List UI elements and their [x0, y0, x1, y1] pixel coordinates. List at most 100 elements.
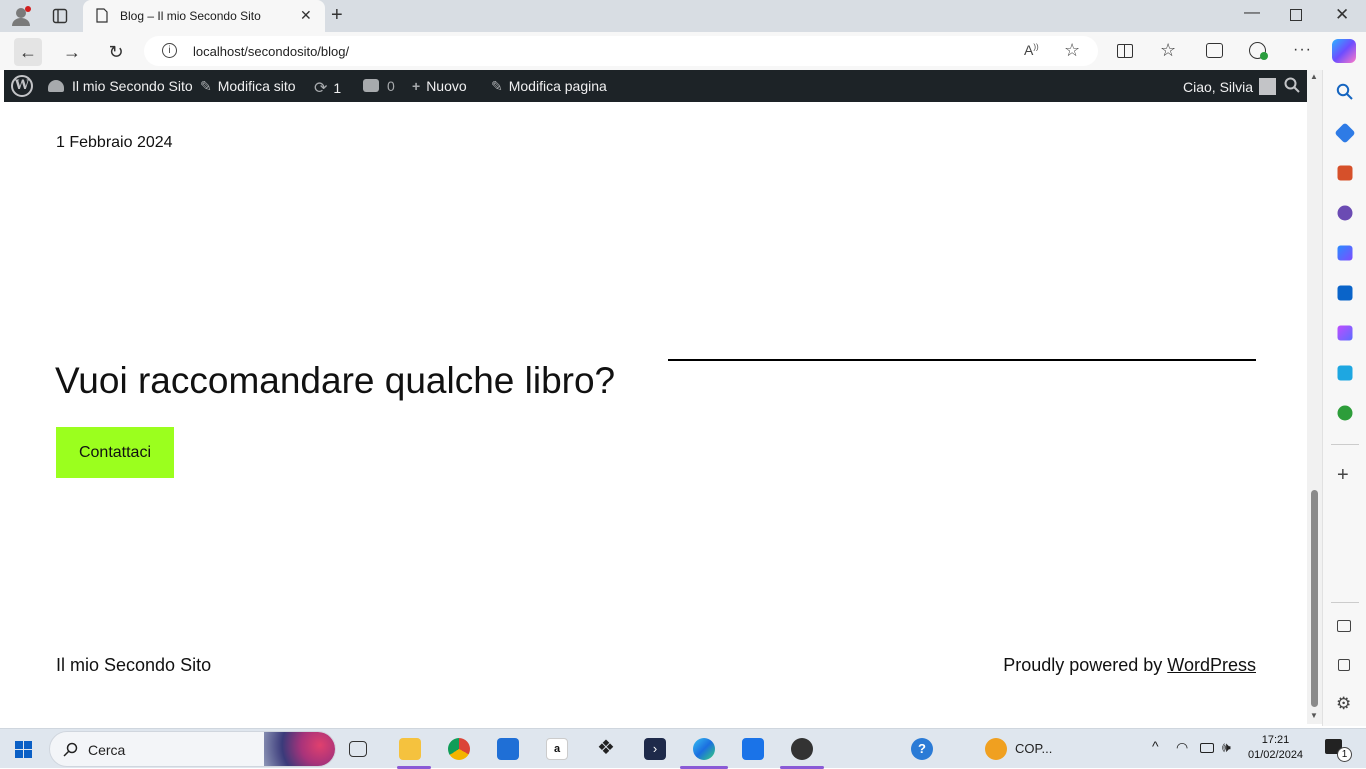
designer-icon[interactable]: [1337, 325, 1353, 341]
plus-icon: +: [412, 78, 421, 94]
windows-taskbar: Cerca a ❖ › ? COP... ^ ◠ 🕪 17:21 01/02/2…: [0, 728, 1366, 769]
edit-page-link[interactable]: ✎ Modifica pagina: [491, 78, 607, 95]
wordpress-logo-icon[interactable]: W: [11, 75, 33, 97]
help-icon[interactable]: ?: [911, 738, 933, 760]
avatar: [1259, 78, 1277, 95]
search-icon[interactable]: [1336, 83, 1353, 100]
hide-sidebar-icon[interactable]: [1337, 620, 1351, 632]
tab-title: Blog – Il mio Secondo Sito: [120, 9, 261, 23]
favorites-icon[interactable]: ☆: [1160, 40, 1176, 61]
file-explorer-icon[interactable]: [399, 738, 421, 760]
tools-icon[interactable]: [1337, 165, 1353, 181]
reload-icon[interactable]: ↻: [102, 38, 130, 66]
new-tab-icon[interactable]: +: [331, 4, 343, 27]
brush-icon: ✎: [200, 78, 212, 94]
microsoft-365-icon[interactable]: [1337, 245, 1353, 261]
external-link-icon[interactable]: [1338, 659, 1350, 671]
mail-icon[interactable]: [742, 738, 764, 760]
sidebar-divider: [1331, 444, 1359, 445]
site-name-link[interactable]: Il mio Secondo Sito: [48, 78, 193, 94]
my-account-link[interactable]: Ciao, Silvia: [1183, 78, 1277, 95]
back-icon[interactable]: ←: [14, 38, 42, 66]
tab-blog[interactable]: Blog – Il mio Secondo Sito ✕: [83, 0, 325, 32]
performance-icon[interactable]: [1249, 42, 1268, 60]
cta-heading: Vuoi raccomandare qualche libro?: [55, 360, 616, 401]
sidebar-divider: [1331, 602, 1359, 603]
edit-page-label: Modifica pagina: [508, 78, 607, 94]
cop-app-icon[interactable]: [985, 738, 1007, 760]
restore-icon[interactable]: [1290, 9, 1302, 21]
github-icon[interactable]: [791, 738, 813, 760]
send-icon[interactable]: [1337, 365, 1353, 381]
footer-credit: Proudly powered by WordPress: [1003, 655, 1256, 676]
dropbox-icon[interactable]: ❖: [595, 738, 617, 760]
copilot-icon[interactable]: [1332, 39, 1356, 63]
notification-count: 1: [1337, 747, 1352, 762]
wifi-icon[interactable]: ◠: [1176, 739, 1188, 756]
cop-app-label[interactable]: COP...: [1015, 741, 1052, 756]
pencil-icon: ✎: [491, 78, 503, 94]
taskbar-search[interactable]: Cerca: [49, 731, 336, 767]
updates-count: 1: [333, 80, 342, 96]
close-window-icon[interactable]: ✕: [1335, 5, 1349, 25]
read-aloud-icon[interactable]: A)): [1024, 42, 1039, 58]
wp-admin-bar: W Il mio Secondo Sito ✎ Modifica sito ⟳ 1 …: [4, 70, 1307, 102]
start-windows-icon[interactable]: [15, 741, 32, 758]
games-icon[interactable]: [1337, 205, 1353, 221]
footer-credit-prefix: Proudly powered by: [1003, 655, 1168, 675]
wordpress-link[interactable]: WordPress: [1167, 655, 1256, 675]
clock[interactable]: 17:21 01/02/2024: [1248, 733, 1303, 763]
url-text[interactable]: localhost/secondosito/blog/: [193, 44, 349, 59]
site-name-label: Il mio Secondo Sito: [72, 78, 193, 94]
edge-icon[interactable]: [693, 738, 715, 760]
scrollbar-thumb[interactable]: [1311, 490, 1318, 707]
search-icon: [63, 742, 78, 757]
greeting-label: Ciao, Silvia: [1183, 79, 1254, 95]
updates-link[interactable]: ⟳ 1: [314, 78, 341, 98]
add-icon[interactable]: +: [1337, 464, 1349, 487]
scroll-up-icon[interactable]: ▲: [1310, 72, 1318, 81]
comments-link[interactable]: 0: [363, 78, 395, 94]
task-view-icon[interactable]: [349, 741, 367, 757]
search-highlight-image: [264, 732, 335, 766]
tab-actions-icon[interactable]: [52, 8, 68, 24]
clock-time: 17:21: [1261, 734, 1290, 746]
volume-icon[interactable]: 🕪: [1222, 739, 1231, 756]
scrollbar[interactable]: ▲ ▼: [1307, 70, 1322, 724]
chrome-icon[interactable]: [448, 738, 470, 760]
tab-strip: Blog – Il mio Secondo Sito ✕ + — ✕: [0, 0, 1366, 32]
edit-site-label: Modifica sito: [217, 78, 296, 94]
search-icon[interactable]: [1284, 77, 1300, 93]
new-content-link[interactable]: + Nuovo: [412, 78, 467, 94]
outlook-icon[interactable]: [1337, 285, 1353, 301]
contact-button[interactable]: Contattaci: [56, 427, 174, 478]
web-page: W Il mio Secondo Sito ✎ Modifica sito ⟳ 1 …: [4, 70, 1322, 724]
tree-icon[interactable]: [1337, 405, 1353, 421]
more-options-icon[interactable]: ···: [1293, 41, 1312, 59]
post-date: 1 Febbraio 2024: [56, 134, 173, 151]
forward-icon[interactable]: →: [58, 38, 86, 66]
new-label: Nuovo: [426, 78, 467, 94]
footer-site-title[interactable]: Il mio Secondo Sito: [56, 655, 211, 676]
updates-icon: ⟳: [314, 80, 328, 97]
profile-icon[interactable]: [10, 5, 32, 27]
powershell-icon[interactable]: ›: [644, 738, 666, 760]
battery-icon[interactable]: [1200, 743, 1214, 753]
amazon-icon[interactable]: a: [546, 738, 568, 760]
comments-count: 0: [387, 78, 395, 94]
scroll-down-icon[interactable]: ▼: [1310, 711, 1318, 720]
shopping-tag-icon[interactable]: [1334, 122, 1356, 144]
address-bar[interactable]: i localhost/secondosito/blog/ A)) ☆: [144, 36, 1098, 66]
close-tab-icon[interactable]: ✕: [300, 7, 312, 24]
info-icon[interactable]: i: [162, 43, 177, 58]
favorite-star-icon[interactable]: ☆: [1064, 40, 1080, 61]
minimize-icon[interactable]: —: [1244, 4, 1260, 22]
settings-gear-icon[interactable]: ⚙: [1336, 694, 1351, 714]
search-label: Cerca: [88, 742, 126, 758]
edit-site-link[interactable]: ✎ Modifica sito: [200, 78, 296, 95]
show-hidden-icons-icon[interactable]: ^: [1152, 738, 1159, 754]
collections-icon[interactable]: [1206, 43, 1223, 58]
split-screen-icon[interactable]: [1117, 44, 1133, 58]
store-icon[interactable]: [497, 738, 519, 760]
edge-sidebar: + ⚙: [1322, 70, 1366, 726]
